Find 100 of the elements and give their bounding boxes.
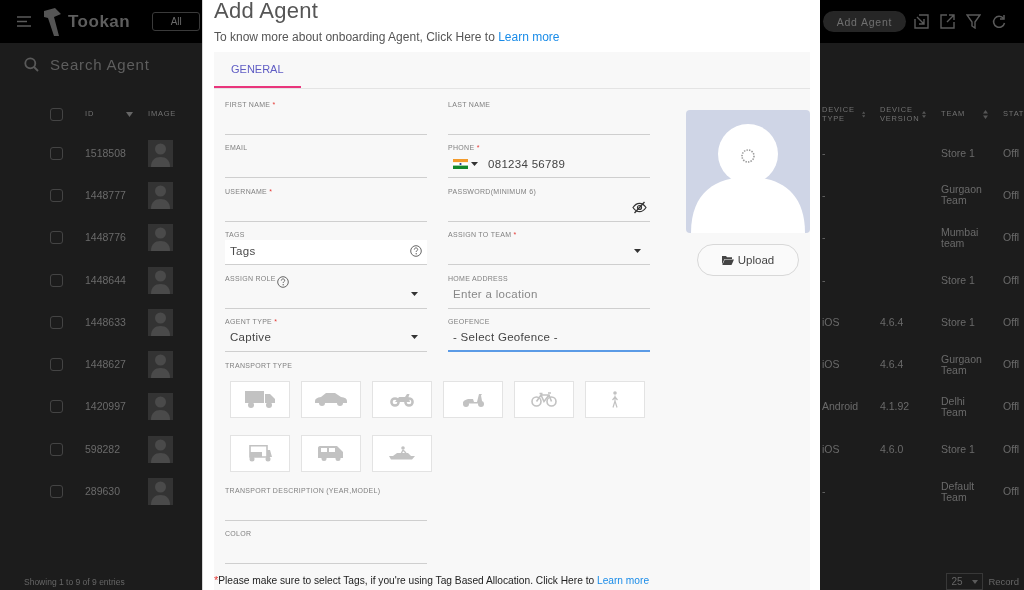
filter-icon[interactable] [966, 14, 981, 29]
table-cell: Offl [1003, 443, 1020, 455]
walking-person-icon [611, 390, 619, 408]
logo-icon [43, 7, 62, 36]
help-icon[interactable] [276, 275, 289, 288]
table-cell: - [822, 147, 826, 159]
filter-dropdown[interactable]: All [152, 12, 201, 31]
checkbox[interactable] [50, 188, 63, 202]
table-cell: Offl [1003, 147, 1020, 159]
table-cell: Offl [1003, 486, 1020, 497]
checkbox[interactable] [50, 442, 63, 456]
table-cell: 1448627 [85, 359, 126, 371]
table-cell: 4.6.0 [880, 443, 904, 455]
table-cell: - [822, 486, 826, 497]
table-cell-text: Default Team [941, 480, 976, 503]
table-cell: Offl [1003, 359, 1020, 371]
logo-text: Tookan [68, 11, 131, 32]
table-cell-text: Delhi Team [941, 395, 968, 418]
transport-option[interactable] [443, 380, 503, 418]
table-cell: Store 1 [941, 274, 975, 286]
caret-icon [411, 335, 418, 340]
checkbox[interactable] [50, 485, 63, 498]
page-size-label: Record [988, 576, 1019, 587]
transport-option[interactable] [230, 380, 290, 418]
learn-more-link[interactable]: Learn more [597, 575, 650, 587]
table-cell: Offl [1003, 401, 1020, 413]
van-icon [317, 445, 345, 462]
search-field[interactable]: Search Agent [50, 55, 150, 73]
table-cell: 4.6.4 [880, 359, 904, 371]
checkbox[interactable] [50, 400, 63, 414]
learn-more-link[interactable]: Learn more [498, 30, 560, 44]
help-icon[interactable] [410, 244, 422, 257]
checkbox[interactable] [50, 358, 63, 372]
table-cell: Android [822, 401, 859, 413]
caret-icon [471, 161, 478, 166]
phone-field[interactable]: 081234 56789 [448, 153, 650, 179]
table-cell: 1448777 [85, 189, 126, 201]
folder-icon [721, 255, 734, 265]
menu-icon[interactable] [17, 16, 31, 27]
jet-ski-icon [388, 446, 416, 461]
truck-icon [245, 390, 275, 408]
table-cell: - [822, 232, 826, 244]
text-field[interactable]: - Select Geofence - [448, 326, 650, 352]
upload-button[interactable]: Upload [697, 244, 799, 276]
table-cell: iOS [822, 443, 840, 455]
sort-desc-icon[interactable] [126, 112, 133, 117]
transport-option[interactable] [230, 434, 290, 472]
caret-icon [634, 248, 641, 253]
avatar-placeholder [148, 224, 173, 252]
transport-option[interactable] [585, 380, 645, 418]
avatar-placeholder [148, 308, 173, 336]
table-cell-text: Gurgaon Team [941, 184, 983, 207]
search-icon [24, 56, 39, 72]
refresh-icon[interactable] [992, 14, 1006, 29]
table-cell: Offl [1003, 316, 1020, 328]
table-cell: Offl [1003, 189, 1020, 201]
table-cell: iOS [822, 316, 840, 328]
transport-option[interactable] [372, 434, 432, 472]
table-cell-text: Mumbai team [941, 226, 980, 249]
table-cell: - [822, 189, 826, 201]
tab[interactable]: GENERAL [214, 52, 301, 88]
add-agent-button[interactable]: Add Agent [823, 11, 906, 32]
eye-slash-icon[interactable] [632, 200, 647, 214]
avatar-placeholder [148, 351, 173, 379]
bicycle-icon [531, 391, 557, 407]
intro-text: To know more about onboarding Agent, Click Here to Learn more [214, 29, 561, 45]
avatar-placeholder [148, 181, 173, 209]
dropdown-field[interactable]: Captive [225, 326, 427, 352]
dialog-title: Add Agent [214, 0, 320, 22]
table-cell: 1448776 [85, 232, 126, 244]
scooter-icon [461, 391, 485, 407]
export-icon[interactable] [940, 14, 955, 29]
checkbox[interactable] [50, 231, 63, 245]
auto-rickshaw-icon [247, 444, 273, 463]
table-cell: 4.1.92 [880, 401, 910, 413]
tags-field[interactable]: Tags [225, 240, 427, 266]
checkbox[interactable] [50, 273, 63, 287]
table-cell: 4.6.4 [880, 316, 904, 328]
sort-icon[interactable] [922, 110, 926, 119]
checkbox[interactable] [50, 146, 63, 160]
sort-icon[interactable] [861, 110, 865, 119]
page-size-dropdown[interactable]: 25 [946, 573, 984, 590]
avatar-placeholder [148, 139, 173, 167]
transport-option[interactable] [301, 380, 361, 418]
avatar-placeholder [148, 266, 173, 294]
import-icon[interactable] [914, 14, 929, 29]
table-cell: Offl [1003, 232, 1020, 244]
table-cell: 1448644 [85, 274, 126, 286]
table-cell: 1420997 [85, 401, 126, 413]
text-field[interactable]: Enter a location [448, 283, 650, 309]
avatar-placeholder [148, 435, 173, 463]
sort-icon[interactable] [983, 110, 988, 119]
table-cell: iOS [822, 359, 840, 371]
table-cell: 289630 [85, 486, 121, 497]
transport-option[interactable] [514, 380, 574, 418]
transport-option[interactable] [301, 434, 361, 472]
caret-icon [411, 292, 418, 297]
checkbox[interactable] [50, 315, 63, 329]
transport-option[interactable] [372, 380, 432, 418]
checkbox[interactable] [50, 108, 63, 121]
